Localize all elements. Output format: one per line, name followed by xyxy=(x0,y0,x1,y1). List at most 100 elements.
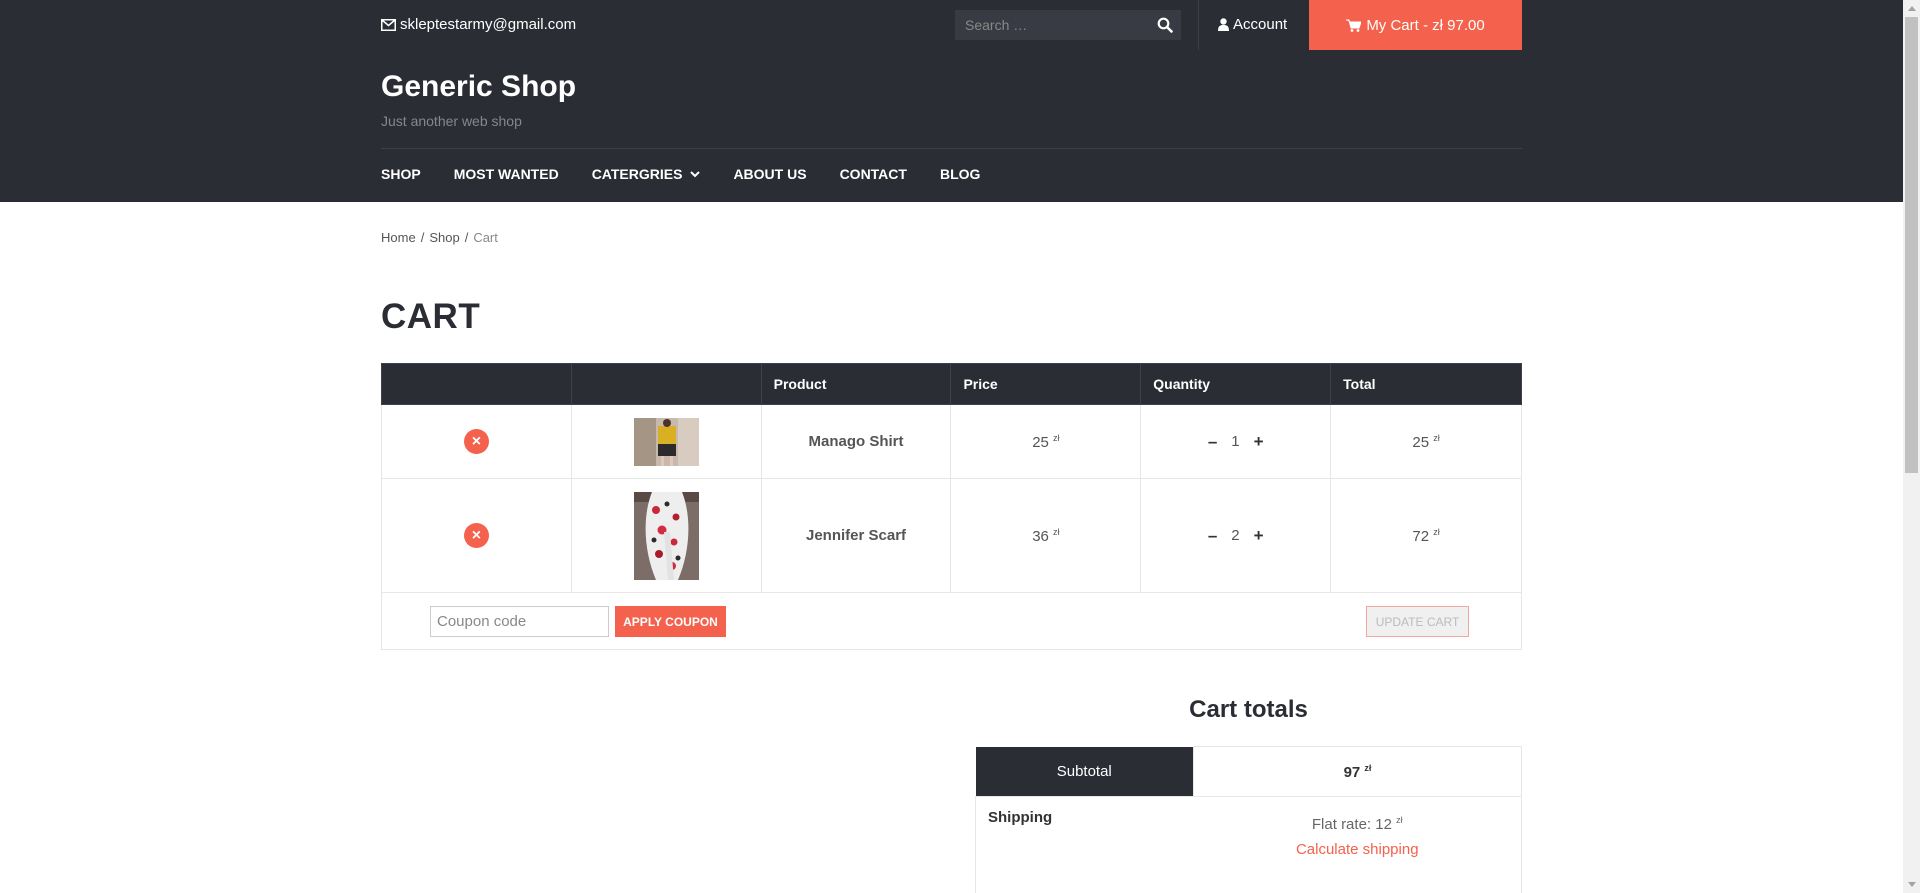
breadcrumb-home[interactable]: Home xyxy=(381,230,416,245)
apply-coupon-button[interactable]: APPLY COUPON xyxy=(615,606,726,637)
product-thumbnail-shirt[interactable] xyxy=(633,417,699,466)
envelope-icon xyxy=(381,18,396,31)
cart-item-row: × Manago Shirt 25 zł – 1 + 25 zł xyxy=(381,404,1522,479)
nav-label: SHOP xyxy=(381,166,421,182)
currency-symbol: zł xyxy=(1396,815,1403,825)
shipping-row: Shipping Flat rate: 12 zł Calculate ship… xyxy=(975,796,1522,893)
subtotal-cell: 97 zł xyxy=(1193,746,1522,797)
account-link[interactable]: Account xyxy=(1218,16,1287,33)
cart-actions-cell: APPLY COUPON UPDATE CART xyxy=(381,592,1522,650)
qty-decrease-button[interactable]: – xyxy=(1208,526,1217,546)
total-value: 25 xyxy=(1412,433,1430,451)
search-box xyxy=(955,10,1181,40)
product-thumbnail-scarf[interactable] xyxy=(633,491,699,580)
breadcrumb-current: Cart xyxy=(473,230,498,245)
total-cell: 72 zł xyxy=(1330,478,1522,593)
product-name[interactable]: Jennifer Scarf xyxy=(760,478,952,593)
remove-cell: × xyxy=(381,478,572,593)
header-divider xyxy=(381,148,1522,149)
breadcrumb-shop[interactable]: Shop xyxy=(429,230,459,245)
account-label: Account xyxy=(1233,16,1288,33)
my-cart-label: My Cart - zł 97.00 xyxy=(1366,16,1485,34)
shipping-value: Flat rate: 12 xyxy=(1311,816,1392,833)
nav-label: CONTACT xyxy=(839,166,907,182)
nav-label: BLOG xyxy=(939,166,981,182)
search-icon[interactable] xyxy=(1157,17,1173,33)
qty-value[interactable]: 2 xyxy=(1231,527,1239,544)
quantity-stepper: – 2 + xyxy=(1208,526,1264,546)
col-thumbnail-header xyxy=(570,363,762,405)
nav-label: ABOUT US xyxy=(733,166,807,182)
col-product-header: Product xyxy=(760,363,952,405)
scroll-up-icon[interactable] xyxy=(1903,0,1920,17)
breadcrumb-separator: / xyxy=(420,230,425,245)
site-title[interactable]: Generic Shop xyxy=(381,70,576,104)
remove-cell: × xyxy=(381,404,572,479)
scroll-thumb[interactable] xyxy=(1905,17,1918,473)
currency-symbol: zł xyxy=(1433,432,1440,443)
qty-increase-button[interactable]: + xyxy=(1254,526,1264,546)
site-tagline: Just another web shop xyxy=(381,113,522,129)
cart-header-row: Product Price Quantity Total xyxy=(381,363,1522,405)
top-bar: skleptestarmy@gmail.com Account My Cart … xyxy=(0,0,1903,50)
page-title: CART xyxy=(381,297,481,336)
thumbnail-cell xyxy=(570,404,762,479)
currency-symbol: zł xyxy=(1433,526,1440,537)
contact-email-text: skleptestarmy@gmail.com xyxy=(400,16,577,33)
scroll-down-icon[interactable] xyxy=(1903,876,1920,893)
price-value: 36 xyxy=(1032,527,1049,545)
nav-item-contact[interactable]: CONTACT xyxy=(840,166,907,182)
coupon-code-input[interactable] xyxy=(430,606,609,637)
currency-symbol: zł xyxy=(1053,526,1060,537)
quantity-stepper: – 1 + xyxy=(1208,432,1264,452)
currency-symbol: zł xyxy=(1364,762,1372,773)
col-total-header: Total xyxy=(1330,363,1522,405)
total-value: 72 xyxy=(1412,527,1430,545)
qty-value[interactable]: 1 xyxy=(1231,433,1239,450)
price-cell: 36 zł xyxy=(950,478,1142,593)
nav-label: CATERGRIES xyxy=(591,166,683,182)
nav-item-most-wanted[interactable]: MOST WANTED xyxy=(454,166,559,182)
price-cell: 25 zł xyxy=(950,404,1142,479)
shipping-cell: Flat rate: 12 zł Calculate shipping xyxy=(1193,796,1522,893)
qty-decrease-button[interactable]: – xyxy=(1208,432,1217,452)
remove-item-icon[interactable]: × xyxy=(463,429,489,454)
remove-item-icon[interactable]: × xyxy=(463,523,489,548)
cart-item-row: × Jennifer Scarf 36 zł – 2 + 72 zł xyxy=(381,478,1522,593)
col-remove-header xyxy=(381,363,572,405)
cart-actions-row: APPLY COUPON UPDATE CART xyxy=(381,592,1522,650)
my-cart-button[interactable]: My Cart - zł 97.00 xyxy=(1309,0,1522,50)
calculate-shipping-link[interactable]: Calculate shipping xyxy=(1194,841,1522,858)
user-icon xyxy=(1218,18,1229,31)
product-name[interactable]: Manago Shirt xyxy=(760,404,952,479)
cart-totals-title: Cart totals xyxy=(1189,696,1308,723)
shipping-label: Shipping xyxy=(975,796,1194,893)
site-header: Generic Shop Just another web shop SHOP … xyxy=(0,50,1903,202)
nav-item-blog[interactable]: BLOG xyxy=(940,166,980,182)
breadcrumb: Home / Shop / Cart xyxy=(381,230,498,245)
page-scrollbar[interactable] xyxy=(1903,0,1920,893)
subtotal-label: Subtotal xyxy=(975,746,1194,797)
cart-table: Product Price Quantity Total × Manago Sh… xyxy=(381,363,1522,650)
col-quantity-header: Quantity xyxy=(1140,363,1332,405)
update-cart-button[interactable]: UPDATE CART xyxy=(1366,606,1469,637)
col-price-header: Price xyxy=(950,363,1142,405)
total-cell: 25 zł xyxy=(1330,404,1522,479)
cart-totals-table: Subtotal 97 zł Shipping Flat rate: 12 zł… xyxy=(975,746,1522,893)
nav-label: MOST WANTED xyxy=(453,166,559,182)
subtotal-row: Subtotal 97 zł xyxy=(975,746,1522,797)
chevron-down-icon xyxy=(690,170,701,177)
thumbnail-cell xyxy=(570,478,762,593)
breadcrumb-separator: / xyxy=(464,230,469,245)
search-input[interactable] xyxy=(955,17,1145,33)
cart-icon xyxy=(1346,19,1362,32)
nav-item-shop[interactable]: SHOP xyxy=(381,166,421,182)
topbar-divider xyxy=(1198,0,1199,50)
nav-item-categories[interactable]: CATERGRIES xyxy=(592,166,701,182)
contact-email[interactable]: skleptestarmy@gmail.com xyxy=(381,16,576,33)
quantity-cell: – 1 + xyxy=(1140,404,1332,479)
nav-item-about-us[interactable]: ABOUT US xyxy=(733,166,806,182)
qty-increase-button[interactable]: + xyxy=(1254,432,1264,452)
subtotal-value: 97 xyxy=(1343,763,1361,781)
main-nav: SHOP MOST WANTED CATERGRIES ABOUT US CON… xyxy=(381,166,1013,182)
